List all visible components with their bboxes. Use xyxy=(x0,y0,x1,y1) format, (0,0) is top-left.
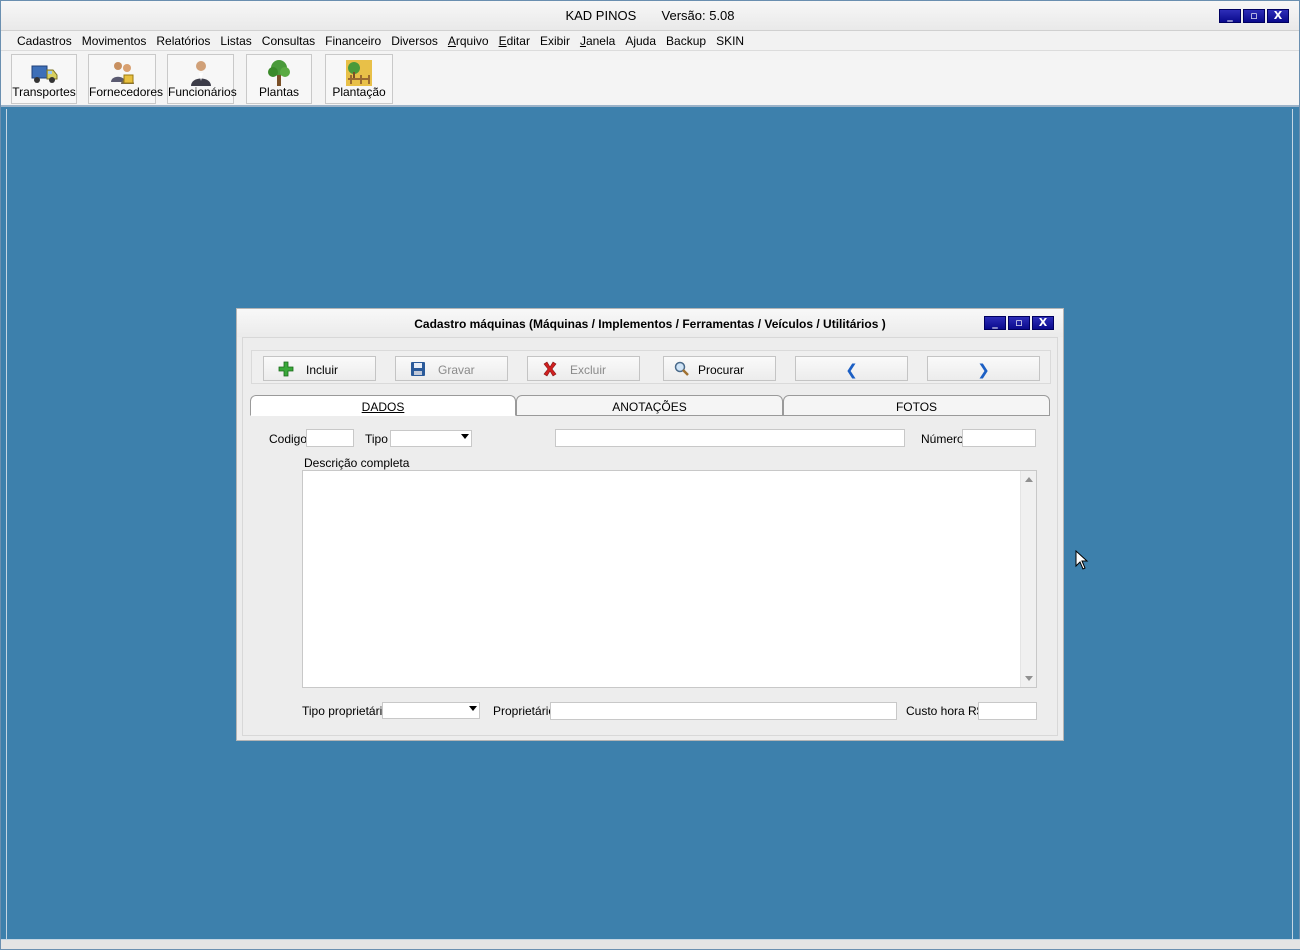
codigo-label: Codigo xyxy=(269,432,308,446)
custo-hora-input[interactable] xyxy=(978,702,1037,720)
funcionarios-label: Funcionários xyxy=(168,85,237,99)
menu-editar[interactable]: Editar xyxy=(494,31,535,50)
employee-icon xyxy=(190,61,211,86)
left-border xyxy=(1,109,7,941)
menu-cadastros[interactable]: Cadastros xyxy=(12,31,77,50)
chevron-down-icon xyxy=(461,434,469,439)
app-version: Versão: 5.08 xyxy=(661,8,735,23)
scroll-down-icon[interactable] xyxy=(1025,676,1033,681)
funcionarios-button[interactable]: Funcionários xyxy=(167,54,237,104)
main-titlebar: KAD PINOS Versão: 5.08 _ ▫ X xyxy=(1,1,1299,31)
tab-bar: DADOS ANOTAÇÕES FOTOS xyxy=(250,395,1052,416)
truck-icon xyxy=(31,65,58,83)
custo-hora-label: Custo hora R$ xyxy=(906,704,984,718)
procurar-label: Procurar xyxy=(698,363,745,377)
dados-panel: Codigo Tipo Número Descrição completa Ti… xyxy=(257,416,1043,731)
tab-fotos[interactable]: FOTOS xyxy=(783,395,1050,416)
plantacao-label: Plantação xyxy=(332,85,386,99)
menu-arquivo[interactable]: Arquivo xyxy=(443,31,494,50)
status-bar xyxy=(1,939,1300,949)
dialog-close-button[interactable]: X xyxy=(1032,316,1054,330)
plantas-label: Plantas xyxy=(258,85,300,99)
save-icon xyxy=(411,362,425,376)
action-buttons: Incluir Gravar Excluir Procurar ❮ ❯ xyxy=(251,350,1051,384)
menu-backup[interactable]: Backup xyxy=(661,31,711,50)
procurar-button[interactable]: Procurar xyxy=(663,356,776,381)
menu-financeiro[interactable]: Financeiro xyxy=(320,31,386,50)
dialog-minimize-button[interactable]: _ xyxy=(984,316,1006,330)
dialog-title: Cadastro máquinas (Máquinas / Implemento… xyxy=(414,317,886,331)
app-name: KAD PINOS xyxy=(565,8,637,23)
incluir-button[interactable]: Incluir xyxy=(263,356,376,381)
previous-record-button[interactable]: ❮ xyxy=(795,356,908,381)
right-border xyxy=(1292,109,1299,941)
tipo-proprietario-select[interactable] xyxy=(382,702,480,719)
tipo-select[interactable] xyxy=(390,430,472,447)
chevron-left-icon: ❮ xyxy=(845,361,858,379)
codigo-input[interactable] xyxy=(306,429,354,447)
chevron-down-icon xyxy=(469,706,477,711)
menu-exibir[interactable]: Exibir xyxy=(535,31,575,50)
maximize-button[interactable]: ▫ xyxy=(1243,9,1265,23)
scroll-up-icon[interactable] xyxy=(1025,477,1033,482)
tab-anotacoes[interactable]: ANOTAÇÕES xyxy=(516,395,783,416)
menu-ajuda[interactable]: Ajuda xyxy=(620,31,661,50)
menu-bar: Cadastros Movimentos Relatórios Listas C… xyxy=(1,31,1299,51)
dialog-window-controls: _ ▫ X xyxy=(984,316,1054,330)
menu-relatorios[interactable]: Relatórios xyxy=(151,31,215,50)
next-record-button[interactable]: ❯ xyxy=(927,356,1040,381)
tree-icon xyxy=(268,60,290,86)
toolbar: Transportes Fornecedores Funcionários Pl… xyxy=(1,51,1299,107)
menu-consultas[interactable]: Consultas xyxy=(257,31,320,50)
plantation-icon xyxy=(346,60,372,86)
close-button[interactable]: X xyxy=(1267,9,1289,23)
excluir-button[interactable]: Excluir xyxy=(527,356,640,381)
tipo-proprietario-label: Tipo proprietário xyxy=(302,704,389,718)
plantas-button[interactable]: Plantas xyxy=(246,54,312,104)
gravar-label: Gravar xyxy=(438,363,475,377)
suppliers-icon xyxy=(111,62,134,84)
delete-x-icon xyxy=(543,361,557,377)
dialog-maximize-button[interactable]: ▫ xyxy=(1008,316,1030,330)
incluir-label: Incluir xyxy=(306,363,339,377)
menu-janela[interactable]: Janela xyxy=(575,31,620,50)
dialog-titlebar[interactable]: Cadastro máquinas (Máquinas / Implemento… xyxy=(237,309,1063,337)
transportes-button[interactable]: Transportes xyxy=(11,54,77,104)
plus-icon xyxy=(278,361,294,377)
tab-dados[interactable]: DADOS xyxy=(250,395,516,416)
minimize-button[interactable]: _ xyxy=(1219,9,1241,23)
descricao-completa-textarea[interactable] xyxy=(302,470,1037,688)
menu-diversos[interactable]: Diversos xyxy=(386,31,443,50)
chevron-right-icon: ❯ xyxy=(977,361,990,379)
descricao-input[interactable] xyxy=(555,429,905,447)
textarea-scrollbar[interactable] xyxy=(1020,471,1036,687)
proprietario-input[interactable] xyxy=(550,702,897,720)
mouse-pointer-icon xyxy=(1075,550,1089,570)
app-title: KAD PINOS Versão: 5.08 xyxy=(1,8,1299,23)
menu-movimentos[interactable]: Movimentos xyxy=(77,31,152,50)
numero-input[interactable] xyxy=(962,429,1036,447)
gravar-button[interactable]: Gravar xyxy=(395,356,508,381)
descricao-completa-label: Descrição completa xyxy=(304,456,410,470)
tipo-label: Tipo xyxy=(365,432,388,446)
search-icon xyxy=(674,361,689,376)
fornecedores-button[interactable]: Fornecedores xyxy=(88,54,164,104)
menu-skin[interactable]: SKIN xyxy=(711,31,749,50)
fornecedores-label: Fornecedores xyxy=(89,85,164,99)
plantacao-button[interactable]: Plantação xyxy=(325,54,393,104)
main-window-controls: _ ▫ X xyxy=(1219,9,1289,23)
numero-label: Número xyxy=(921,432,964,446)
proprietario-label: Proprietário xyxy=(493,704,556,718)
excluir-label: Excluir xyxy=(570,363,607,377)
transportes-label: Transportes xyxy=(12,85,76,99)
menu-listas[interactable]: Listas xyxy=(215,31,256,50)
dialog-body: Incluir Gravar Excluir Procurar ❮ ❯ DADO… xyxy=(242,337,1058,736)
cadastro-maquinas-dialog: Cadastro máquinas (Máquinas / Implemento… xyxy=(236,308,1064,741)
